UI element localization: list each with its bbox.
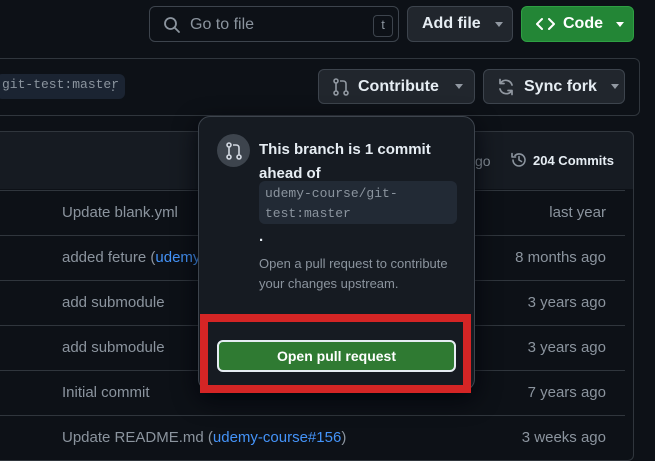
shortcut-key: t (373, 15, 393, 37)
chevron-down-icon (494, 21, 503, 27)
commits-link[interactable]: 204 Commits (510, 151, 614, 169)
chevron-down-icon (610, 84, 619, 89)
popover-description: Open a pull request to contribute your c… (259, 256, 448, 291)
pull-request-icon-badge (217, 134, 250, 167)
commits-count: 204 Commits (533, 152, 614, 168)
chevron-down-icon (616, 21, 624, 27)
code-icon (536, 18, 555, 30)
commit-time: 7 years ago (527, 384, 606, 401)
popover-branch-ref: udemy-course/git- test:master (259, 181, 457, 224)
commit-time: 3 years ago (527, 294, 606, 311)
branch-ref-line: test:master (265, 206, 351, 221)
branch-ref-chip[interactable]: git-test:master (0, 74, 126, 99)
pull-request-icon (225, 141, 242, 160)
commit-message[interactable]: added feture (udemy (62, 249, 200, 266)
table-row[interactable]: Update README.md (udemy-course#156) 3 we… (0, 415, 625, 460)
search-placeholder: Go to file (190, 16, 255, 33)
popover-period: . (259, 228, 264, 245)
sync-fork-label: Sync fork (524, 77, 597, 95)
commit-message-text: Update README.md ( (62, 429, 213, 446)
commit-message[interactable]: add submodule (62, 339, 165, 356)
commit-message-suffix: ) (341, 429, 347, 446)
branch-ref-line: udemy-course/git- (265, 186, 398, 201)
open-pull-request-button[interactable]: Open pull request (217, 340, 456, 372)
commit-time: last year (549, 204, 606, 221)
add-file-label: Add file (422, 15, 481, 32)
contribute-label: Contribute (358, 77, 439, 95)
search-icon (164, 17, 180, 33)
pull-request-icon (333, 77, 349, 96)
commit-time: 3 years ago (527, 339, 606, 356)
popover-title: This branch is 1 commit ahead of (259, 141, 431, 182)
commit-link[interactable]: udemy-course#156 (213, 429, 341, 446)
branch-period: . (111, 78, 115, 94)
commit-message[interactable]: Initial commit (62, 384, 150, 401)
last-commit-age: go (475, 153, 491, 169)
commit-time: 8 months ago (515, 249, 606, 266)
commit-message[interactable]: Update README.md (udemy-course#156) (62, 429, 346, 446)
commit-message[interactable]: Update blank.yml (62, 204, 178, 221)
sync-icon (499, 78, 513, 95)
code-button[interactable]: Code (521, 6, 634, 42)
chevron-down-icon (454, 84, 463, 89)
history-icon (511, 152, 526, 167)
sync-fork-button[interactable]: Sync fork (483, 69, 625, 104)
commit-link[interactable]: udemy (155, 249, 200, 266)
contribute-button[interactable]: Contribute (318, 69, 475, 104)
go-to-file-search[interactable]: Go to file t (149, 6, 399, 42)
commit-message[interactable]: add submodule (62, 294, 165, 311)
add-file-button[interactable]: Add file (407, 6, 513, 42)
commit-message-text: added feture ( (62, 249, 156, 266)
code-label: Code (563, 15, 603, 32)
commit-time: 3 weeks ago (521, 429, 606, 446)
